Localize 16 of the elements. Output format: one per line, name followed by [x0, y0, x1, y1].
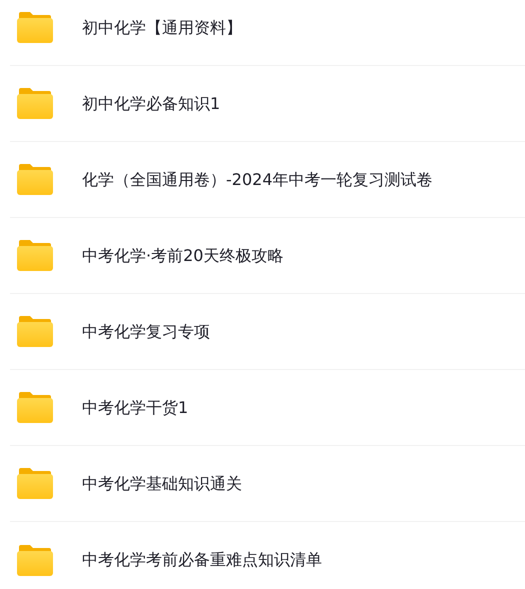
folder-name[interactable]: 中考化学复习专项	[82, 320, 210, 344]
folder-icon	[17, 468, 53, 499]
folder-icon	[17, 544, 53, 576]
folder-icon	[17, 164, 53, 195]
folder-name[interactable]: 中考化学·考前20天终极攻略	[82, 244, 284, 268]
folder-icon	[17, 392, 53, 423]
folder-name[interactable]: 初中化学【通用资料】	[82, 16, 242, 40]
folder-icon	[17, 12, 53, 43]
folder-icon	[17, 88, 53, 119]
folder-name[interactable]: 中考化学干货1	[82, 396, 188, 420]
folder-name[interactable]: 初中化学必备知识1	[82, 92, 220, 116]
folder-name[interactable]: 中考化学考前必备重难点知识清单	[82, 548, 322, 572]
folder-icon	[17, 316, 53, 347]
folder-name[interactable]: 中考化学基础知识通关	[82, 472, 242, 496]
folder-name[interactable]: 化学（全国通用卷）-2024年中考一轮复习测试卷	[82, 168, 432, 192]
folder-icon	[17, 240, 53, 271]
